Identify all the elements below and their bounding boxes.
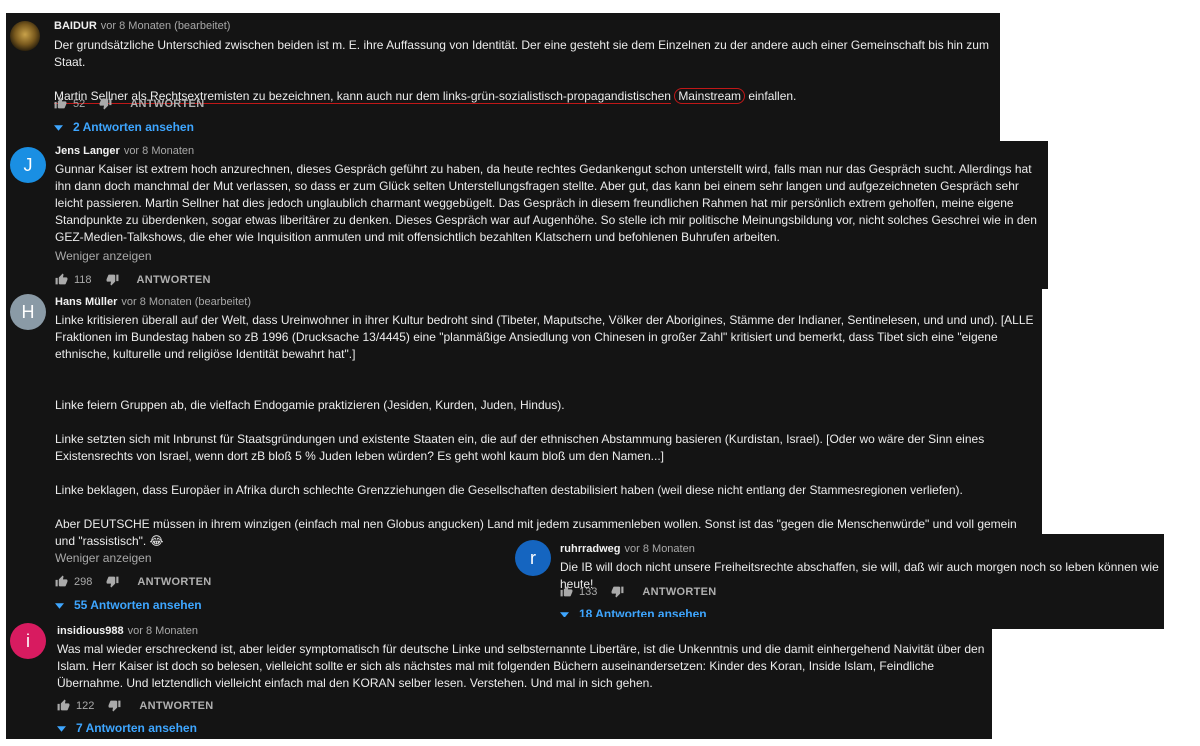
comment-timestamp: vor 8 Monaten [123,145,195,157]
comment-text-part: einfallen. [748,89,797,103]
comment-ruhrradweg: r ruhrradweg vor 8 Monaten Die IB will do… [510,534,1164,629]
thumbs-down-icon[interactable] [106,273,119,286]
comment-actions: 52 ANTWORTEN [54,97,204,110]
show-less-button[interactable]: Weniger anzeigen [55,249,152,263]
comment-timestamp: vor 8 Monaten (bearbeitet) [100,20,231,32]
view-replies-label: 55 Antworten ansehen [74,598,202,612]
avatar[interactable]: J [10,147,46,183]
thumbs-up-icon[interactable] [55,273,68,286]
comment-insidious988: i insidious988 vor 8 Monaten Was mal wied… [6,617,992,739]
avatar[interactable]: r [515,540,551,576]
view-replies-label: 7 Antworten ansehen [76,721,197,735]
avatar[interactable]: i [10,623,46,659]
comment-actions: 118 ANTWORTEN [55,273,211,286]
like-count: 118 [74,273,92,286]
comment-author[interactable]: ruhrradweg [560,543,621,555]
like-count: 298 [74,575,93,588]
comment-author[interactable]: insidious988 [57,625,124,637]
chevron-down-icon [55,598,64,612]
comment-text: Der grundsätzliche Unterschied zwischen … [54,37,994,105]
thumbs-up-icon[interactable] [560,585,573,598]
thumbs-down-icon[interactable] [106,575,119,588]
comment-text: Gunnar Kaiser ist extrem hoch anzurechne… [55,161,1045,246]
view-replies-button[interactable]: 7 Antworten ansehen [57,721,197,735]
reply-button[interactable]: ANTWORTEN [642,586,716,598]
comment-paragraph: Der grundsätzliche Unterschied zwischen … [54,38,989,69]
comment-jens-langer: J Jens Langer vor 8 Monaten Gunnar Kaiser… [6,141,1048,289]
avatar[interactable]: H [10,294,46,330]
comment-timestamp: vor 8 Monaten [624,543,695,555]
comment-paragraph: Was mal wieder erschreckend ist, aber le… [57,642,985,690]
reply-button[interactable]: ANTWORTEN [139,700,213,712]
comment-paragraph: Gunnar Kaiser ist extrem hoch anzurechne… [55,162,1037,244]
reply-button[interactable]: ANTWORTEN [137,274,211,286]
comment-author[interactable]: Jens Langer [55,145,120,157]
reply-button[interactable]: ANTWORTEN [137,576,211,588]
comment-actions: 298 ANTWORTEN [55,575,212,588]
comment-paragraph: Linke kritisieren überall auf der Welt, … [55,313,1034,548]
view-replies-button[interactable]: 2 Antworten ansehen [54,120,194,134]
comment-text-part: Mainstream [674,88,745,104]
thumbs-up-icon[interactable] [55,575,68,588]
comment-author[interactable]: BAIDUR [54,20,97,32]
comment-baidur: BAIDUR vor 8 Monaten (bearbeitet) Der gru… [6,13,1000,141]
like-count: 133 [579,585,598,598]
like-count: 52 [73,97,86,110]
reply-button[interactable]: ANTWORTEN [130,98,204,110]
comment-text: Linke kritisieren überall auf der Welt, … [55,312,1035,550]
comment-actions: 133 ANTWORTEN [560,585,717,598]
thumbs-up-icon[interactable] [54,97,67,110]
avatar[interactable] [10,21,40,51]
chevron-down-icon [57,721,66,735]
thumbs-up-icon[interactable] [57,699,70,712]
show-less-button[interactable]: Weniger anzeigen [55,551,152,565]
like-count: 122 [76,699,95,712]
view-replies-label: 2 Antworten ansehen [73,120,194,134]
thumbs-down-icon[interactable] [611,585,624,598]
chevron-down-icon [54,120,63,134]
comment-timestamp: vor 8 Monaten [127,625,198,637]
thumbs-down-icon[interactable] [108,699,121,712]
view-replies-button[interactable]: 55 Antworten ansehen [55,598,202,612]
comment-text: Was mal wieder erschreckend ist, aber le… [57,641,987,692]
comment-actions: 122 ANTWORTEN [57,699,214,712]
comment-timestamp: vor 8 Monaten (bearbeitet) [121,296,251,308]
thumbs-down-icon[interactable] [99,97,112,110]
comment-author[interactable]: Hans Müller [55,296,117,308]
